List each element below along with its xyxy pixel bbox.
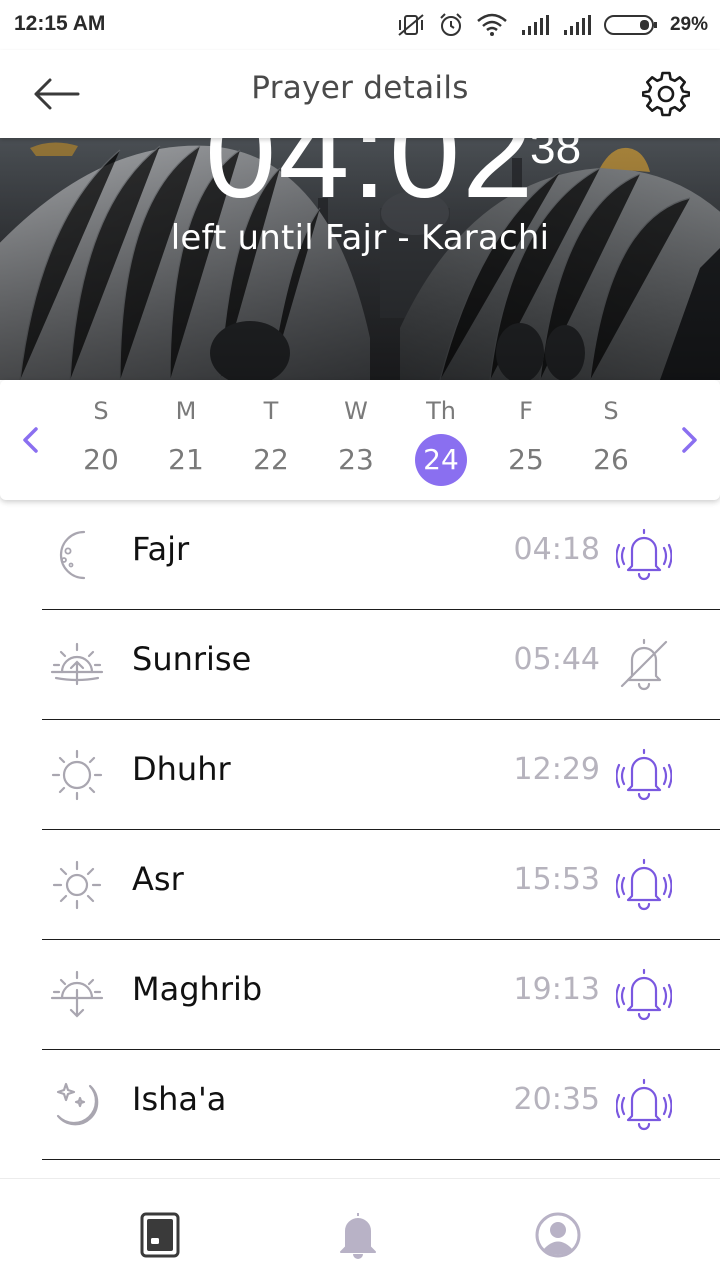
prayer-time: 19:13 [513,972,600,1007]
day-friday-25[interactable]: F 25 [491,394,561,486]
tasbih-icon [140,1212,180,1258]
settings-button[interactable] [640,68,692,120]
selected-day-number: 24 [415,434,467,486]
countdown-caption: left until Fajr - Karachi [170,218,550,258]
week-selector: S 20 M 21 T 22 W 23 Th 24 F 25 S 26 [0,380,720,500]
day-number: 23 [338,443,374,476]
battery-icon [603,15,657,35]
status-time: 12:15 AM [14,12,106,35]
prayer-row-maghrib[interactable]: Maghrib 19:13 [0,940,720,1050]
moon-crescent-icon [59,530,86,580]
alarm-icon [440,13,462,36]
signal-icon [521,15,549,35]
vibrate-off-icon [398,14,424,36]
day-thursday-24[interactable]: Th 24 [406,394,476,486]
wifi-icon [477,13,507,36]
sunrise-icon [50,642,104,686]
next-week-button[interactable] [670,420,710,460]
row-divider [42,1158,720,1160]
prayer-row-asr[interactable]: Asr 15:53 [0,830,720,940]
page-title: Prayer details [251,70,469,106]
bell-off-icon[interactable] [616,634,672,694]
prayer-time: 04:18 [513,532,600,567]
prayer-times-list: Fajr 04:18 Sunrise 05:44 Dhuhr 12:29 Asr… [0,500,720,1160]
nav-tasbih[interactable] [130,1205,190,1265]
bottom-navigation [0,1178,720,1280]
day-monday-21[interactable]: M 21 [151,394,221,486]
prayer-row-ishaa[interactable]: Isha'a 20:35 [0,1050,720,1160]
status-bar: 12:15 AM 29% [0,0,720,50]
status-icons: 29% [396,10,708,40]
day-tuesday-22[interactable]: T 22 [236,394,306,486]
countdown-seconds: 38 [530,138,582,173]
bell-ringing-icon[interactable] [616,1074,672,1134]
day-number: 21 [168,443,204,476]
prayer-name: Fajr [132,530,190,568]
day-letter: Th [426,397,456,425]
battery-percent: 29% [669,14,708,35]
prayer-name: Asr [132,860,184,898]
bell-ringing-icon[interactable] [616,964,672,1024]
sun-icon [51,749,103,801]
bell-ringing-icon[interactable] [616,524,672,584]
previous-week-button[interactable] [10,420,50,460]
day-letter: S [93,397,109,425]
sunset-icon [50,970,104,1018]
countdown-time: 04:02 [205,138,536,225]
profile-icon [535,1212,581,1258]
day-number: 26 [593,443,629,476]
prayer-name: Dhuhr [132,750,231,788]
bell-ringing-icon[interactable] [616,744,672,804]
bell-ringing-icon[interactable] [616,854,672,914]
day-saturday-26[interactable]: S 26 [576,394,646,486]
prayer-row-dhuhr[interactable]: Dhuhr 12:29 [0,720,720,830]
app-bar: Prayer details [0,50,720,138]
moon-stars-icon [56,1082,99,1126]
prayer-row-fajr[interactable]: Fajr 04:18 [0,500,720,610]
prayer-row-sunrise[interactable]: Sunrise 05:44 [0,610,720,720]
day-letter: T [263,397,279,425]
countdown-hero: 04:02 38 left until Fajr - Karachi [0,138,720,380]
gear-icon [642,71,690,117]
day-letter: W [344,397,368,425]
prayer-time: 05:44 [513,642,600,677]
day-number: 22 [253,443,289,476]
prayer-time: 15:53 [513,862,600,897]
prayer-time: 12:29 [513,752,600,787]
prayer-name: Sunrise [132,640,252,678]
prayer-name: Isha'a [132,1080,227,1118]
signal-icon [563,15,591,35]
sun-rays-icon [52,860,102,910]
bell-icon [340,1213,376,1259]
chevron-left-icon [23,427,38,453]
day-sunday-20[interactable]: S 20 [66,394,136,486]
chevron-right-icon [682,427,697,453]
nav-profile[interactable] [528,1205,588,1265]
day-letter: S [603,397,619,425]
day-number: 25 [508,443,544,476]
day-letter: M [175,397,197,425]
day-number: 20 [83,443,119,476]
prayer-time: 20:35 [513,1082,600,1117]
day-wednesday-23[interactable]: W 23 [321,394,391,486]
prayer-name: Maghrib [132,970,263,1008]
day-letter: F [519,397,533,425]
nav-alarms[interactable] [328,1205,388,1265]
